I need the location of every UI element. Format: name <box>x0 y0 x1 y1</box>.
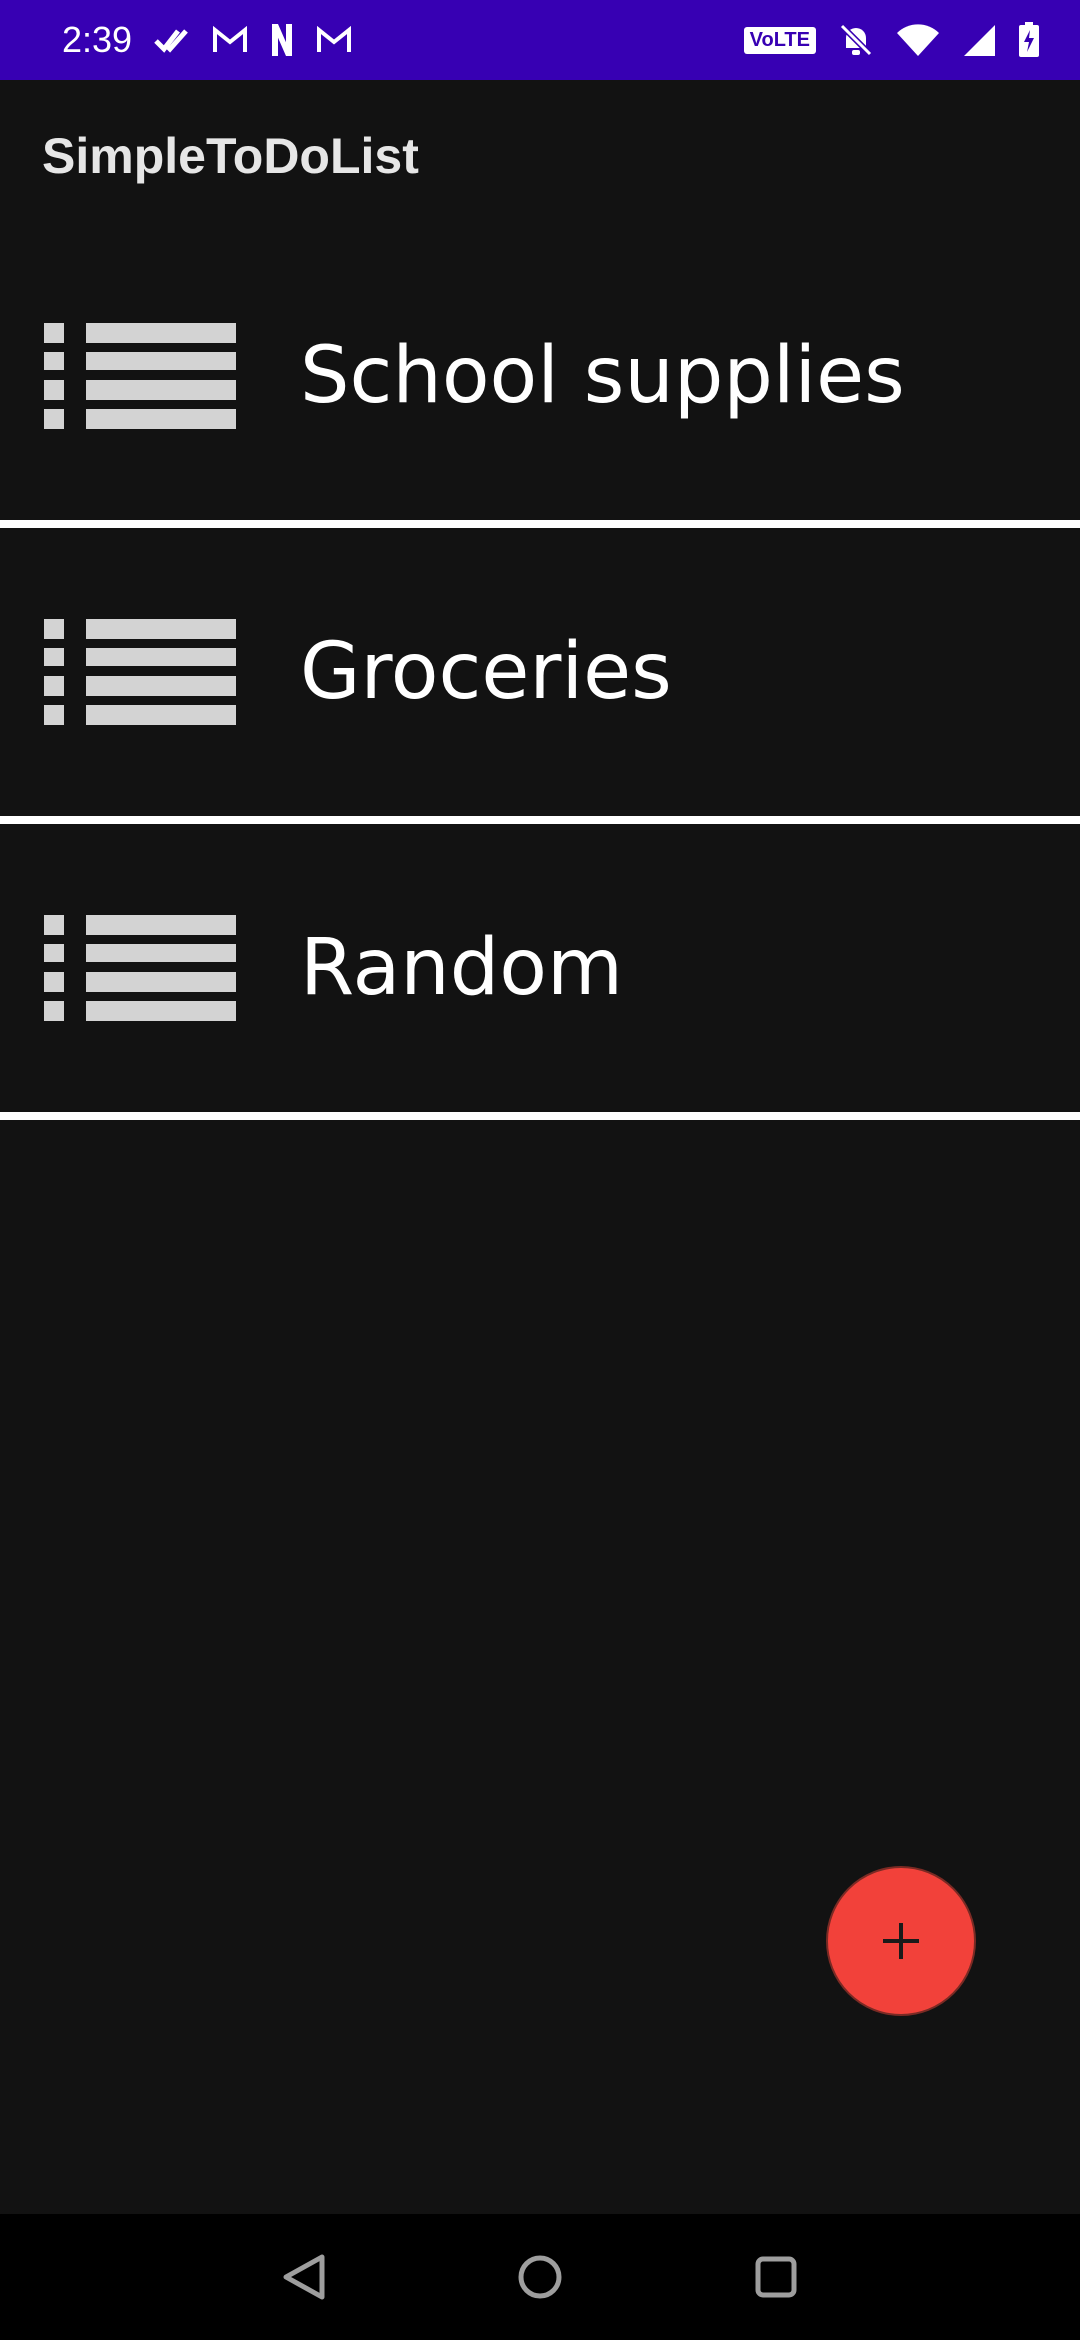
list-item-school-supplies[interactable]: School supplies <box>0 232 1080 528</box>
recents-icon <box>755 2256 797 2298</box>
status-time: 2:39 <box>62 19 133 60</box>
list-icon <box>44 619 236 725</box>
list-icon <box>44 323 236 429</box>
check-double-icon <box>154 25 190 55</box>
back-button[interactable] <box>276 2249 332 2305</box>
home-button[interactable] <box>512 2249 568 2305</box>
list-item-label: Groceries <box>300 627 672 717</box>
home-icon <box>518 2255 562 2299</box>
bell-off-icon <box>838 22 874 58</box>
list-item-random[interactable]: Random <box>0 824 1080 1120</box>
status-bar: 2:39 VoLTE <box>0 0 1080 80</box>
add-list-button[interactable] <box>826 1866 976 2016</box>
volte-icon: VoLTE <box>743 26 816 54</box>
signal-icon <box>962 23 996 57</box>
gmail-icon <box>316 26 352 54</box>
recents-button[interactable] <box>748 2249 804 2305</box>
gmail-icon <box>212 26 248 54</box>
wifi-icon <box>896 23 940 57</box>
battery-charging-icon <box>1018 22 1040 58</box>
netflix-icon <box>270 23 294 57</box>
status-bar-right: VoLTE <box>743 22 1040 58</box>
list-item-groceries[interactable]: Groceries <box>0 528 1080 824</box>
plus-icon <box>883 1923 919 1959</box>
todo-lists: School supplies Groceries Random <box>0 232 1080 1120</box>
list-item-label: Random <box>300 923 623 1013</box>
list-item-label: School supplies <box>300 331 905 421</box>
list-icon <box>44 915 236 1021</box>
app-bar: SimpleToDoList <box>0 80 1080 232</box>
navigation-bar <box>0 2214 1080 2340</box>
status-bar-left: 2:39 <box>62 19 352 61</box>
app-title: SimpleToDoList <box>42 128 419 184</box>
back-icon <box>283 2254 325 2300</box>
